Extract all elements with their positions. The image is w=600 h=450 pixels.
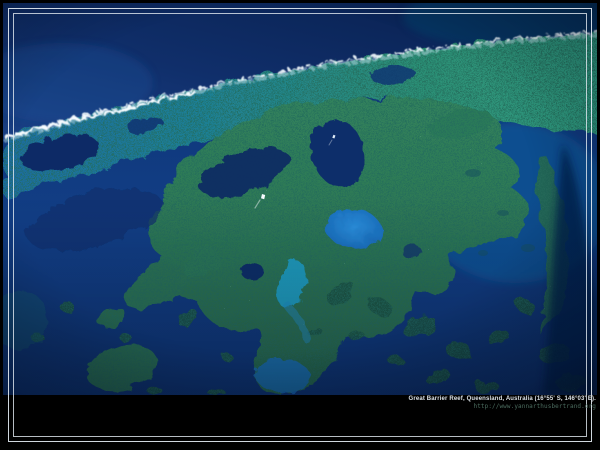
vignette (3, 3, 597, 395)
photo-caption: Great Barrier Reef, Queensland, Australi… (409, 396, 596, 410)
wallpaper-stage: Great Barrier Reef, Queensland, Australi… (0, 0, 600, 450)
caption-credit-url: http://www.yannarthusbertrand.org (409, 403, 596, 410)
reef-aerial-photo (3, 3, 597, 395)
caption-location: Great Barrier Reef, Queensland, Australi… (409, 396, 596, 403)
